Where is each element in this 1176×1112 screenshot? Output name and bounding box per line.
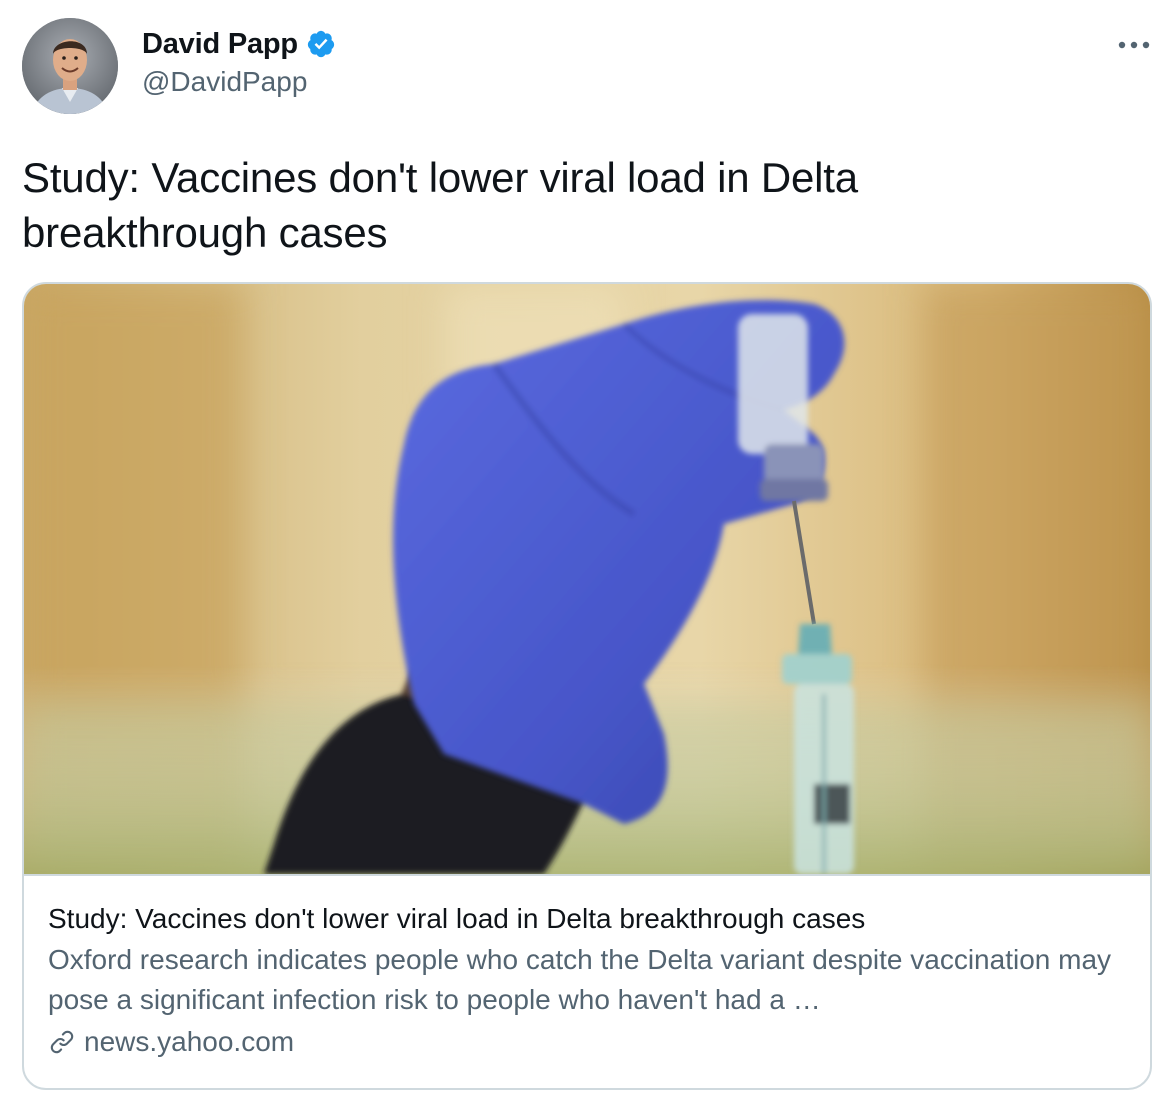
card-domain-row: news.yahoo.com (48, 1026, 1128, 1058)
link-icon (50, 1030, 74, 1054)
card-image (24, 284, 1150, 876)
card-description: Oxford research indicates people who cat… (48, 944, 1112, 1015)
card-domain: news.yahoo.com (84, 1026, 295, 1057)
link-preview-card[interactable]: Study: Vaccines don't lower viral load i… (22, 282, 1152, 1090)
display-name[interactable]: David Papp (142, 28, 298, 61)
avatar-photo (22, 18, 118, 114)
vaccine-syringe-photo (24, 284, 1150, 874)
user-info: David Papp @DavidPapp (142, 24, 336, 98)
more-options-icon (1118, 41, 1150, 49)
card-body: Study: Vaccines don't lower viral load i… (48, 900, 1128, 1058)
name-row: David Papp (142, 24, 336, 64)
avatar[interactable] (22, 18, 118, 114)
more-options-button[interactable] (1114, 30, 1154, 60)
tweet: David Papp @DavidPapp Study: Vaccines do… (0, 0, 1176, 1112)
card-title: Study: Vaccines don't lower viral load i… (48, 903, 866, 934)
verified-badge-icon (306, 29, 336, 59)
user-handle[interactable]: @DavidPapp (142, 66, 336, 98)
tweet-text: Study: Vaccines don't lower viral load i… (22, 154, 858, 256)
